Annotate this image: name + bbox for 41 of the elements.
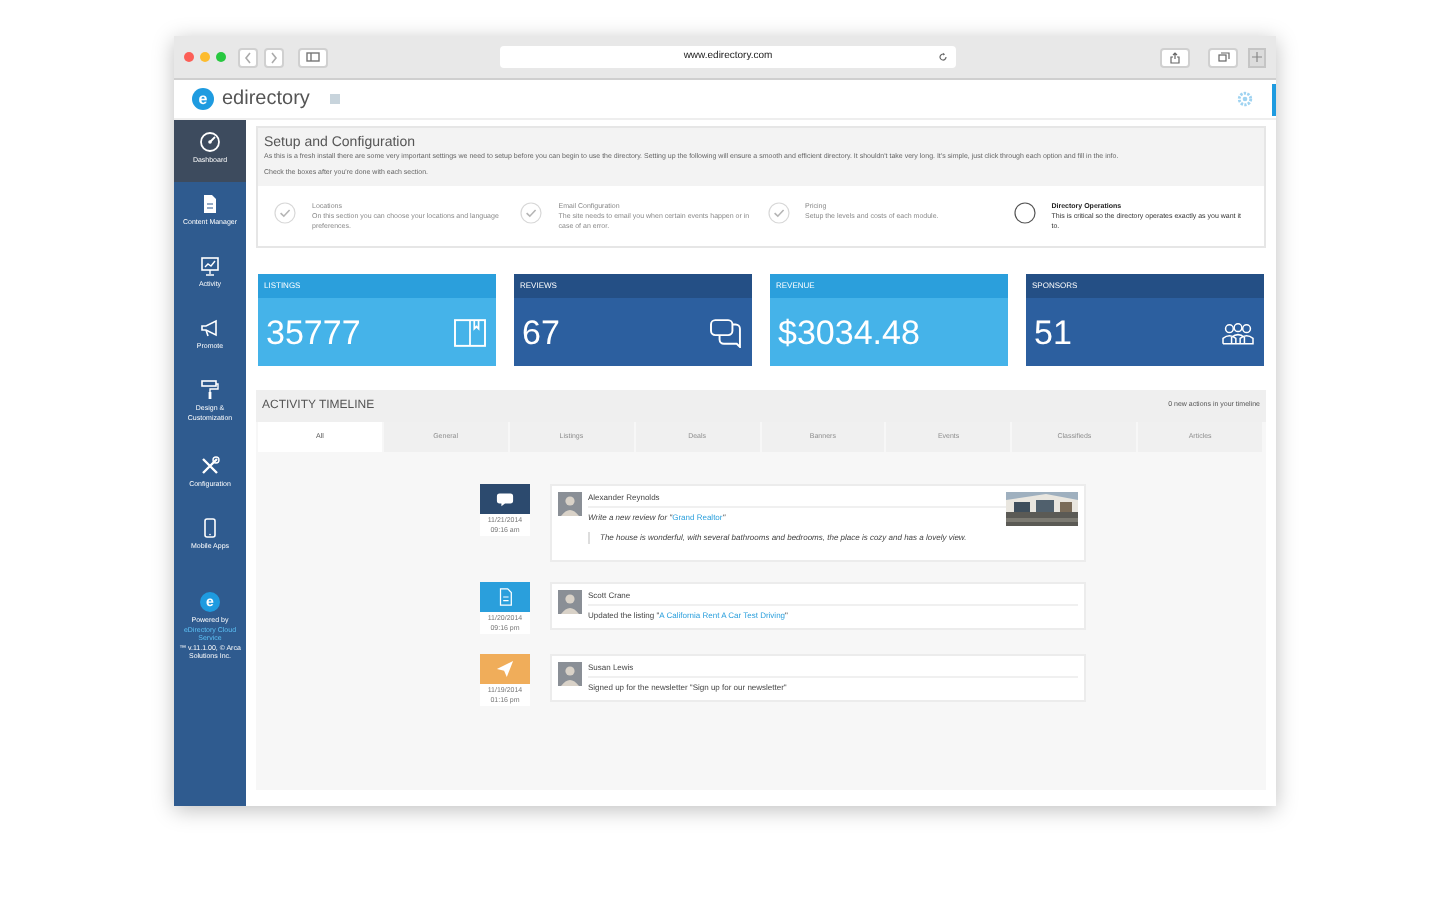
logo-icon[interactable]: e bbox=[192, 88, 214, 110]
tools-icon bbox=[198, 454, 222, 478]
share-button[interactable] bbox=[1160, 47, 1190, 67]
back-button[interactable] bbox=[238, 47, 258, 67]
chat-icon bbox=[496, 490, 514, 508]
toggle-icon[interactable] bbox=[329, 94, 340, 104]
new-tab-button[interactable] bbox=[1248, 47, 1266, 67]
settings-icon[interactable] bbox=[1236, 90, 1254, 108]
stat-value: 67 bbox=[522, 315, 560, 349]
avatar-icon bbox=[558, 662, 582, 686]
stat-value: 35777 bbox=[266, 315, 361, 349]
monitor-icon bbox=[198, 254, 222, 278]
forward-button[interactable] bbox=[264, 47, 284, 67]
chevron-left-icon bbox=[244, 51, 252, 63]
tabs-button[interactable] bbox=[1208, 47, 1238, 67]
reload-icon[interactable] bbox=[938, 52, 948, 62]
phone-icon bbox=[198, 516, 222, 540]
sidebar-icon bbox=[306, 52, 320, 62]
maximize-icon[interactable] bbox=[216, 52, 226, 62]
tabs-icon bbox=[1217, 52, 1229, 62]
brand-name[interactable]: edirectory bbox=[222, 84, 310, 114]
chat-icon bbox=[708, 317, 744, 347]
stat-value: 51 bbox=[1034, 315, 1072, 349]
document-icon bbox=[496, 588, 514, 606]
people-icon bbox=[1220, 317, 1256, 347]
sidebar-button[interactable] bbox=[298, 47, 328, 67]
stat-value: $3034.48 bbox=[778, 315, 920, 349]
avatar-icon bbox=[558, 492, 582, 516]
share-icon bbox=[1170, 51, 1180, 63]
megaphone-icon bbox=[198, 316, 222, 340]
minimize-icon[interactable] bbox=[200, 52, 210, 62]
roller-icon bbox=[198, 378, 222, 402]
chevron-right-icon bbox=[270, 51, 278, 63]
plus-icon bbox=[1252, 52, 1262, 62]
send-icon bbox=[496, 660, 514, 678]
gauge-icon bbox=[198, 130, 222, 154]
avatar-icon bbox=[558, 590, 582, 614]
document-icon bbox=[198, 192, 222, 216]
step-checkbox[interactable] bbox=[1013, 202, 1036, 224]
book-icon bbox=[452, 317, 488, 347]
close-icon[interactable] bbox=[184, 52, 194, 62]
